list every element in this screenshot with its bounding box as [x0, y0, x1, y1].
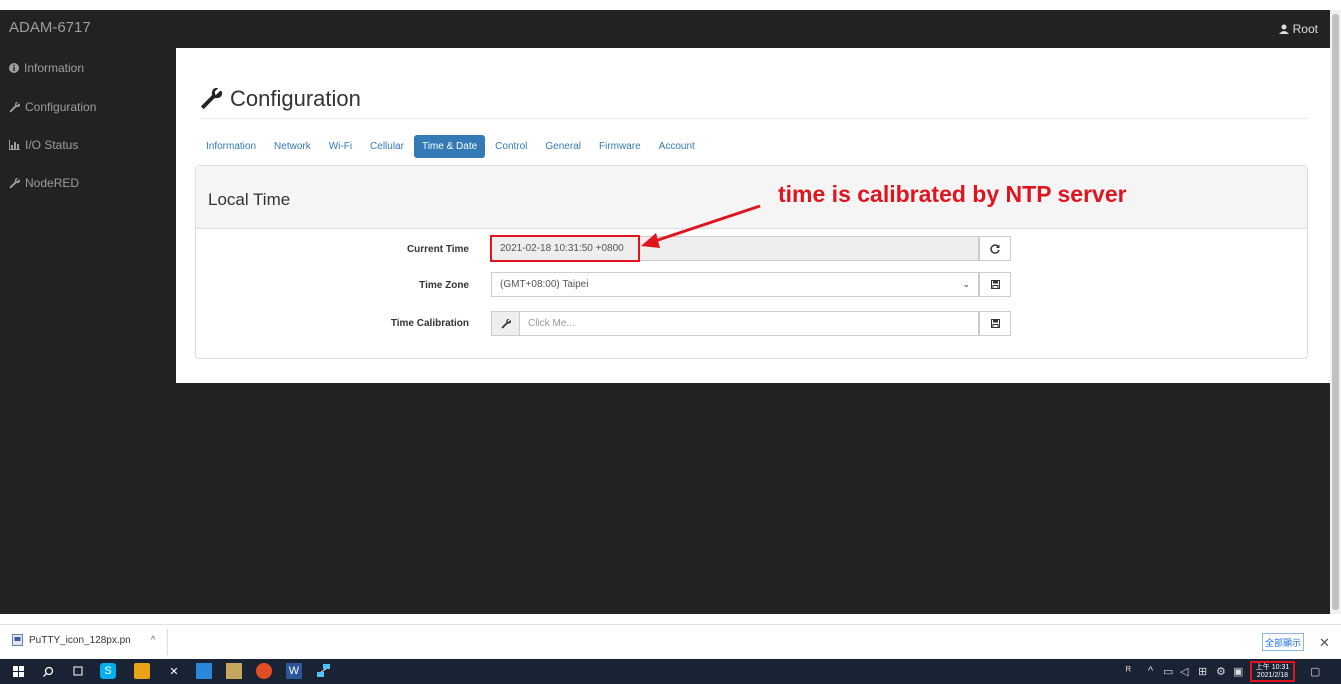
local-time-panel: Local Time Current Time 2021-02-18 10:31…: [195, 165, 1308, 359]
ime-icon[interactable]: ▣: [1233, 665, 1243, 678]
tab-wifi[interactable]: Wi-Fi: [321, 135, 360, 158]
time-zone-select[interactable]: (GMT+08:00) Taipei ⌄: [491, 272, 979, 297]
wrench-icon: [9, 101, 20, 113]
save-timezone-button[interactable]: [979, 272, 1011, 297]
user-name: Root: [1292, 22, 1318, 36]
scroll-thumb[interactable]: [1332, 14, 1339, 610]
sidebar-item-label: I/O Status: [25, 138, 79, 152]
chrome-icon[interactable]: [256, 663, 272, 679]
clock-time: 上午 10:31: [1255, 664, 1290, 671]
windows-start-icon[interactable]: [10, 663, 26, 679]
top-navbar: ADAM-6717 Root: [0, 10, 1330, 48]
notification-icon[interactable]: ▢: [1310, 665, 1320, 678]
sidebar-item-label: NodeRED: [25, 176, 80, 190]
tab-general[interactable]: General: [537, 135, 589, 158]
snipping-tool-icon[interactable]: ✕: [166, 663, 182, 679]
background-fill: [176, 383, 1330, 614]
annotation-text: time is calibrated by NTP server: [778, 181, 1127, 207]
tab-information[interactable]: Information: [198, 135, 264, 158]
main-content: Configuration Information Network Wi-Fi …: [176, 48, 1330, 383]
sidebar-item-label: Information: [24, 61, 85, 75]
panel-title: Local Time: [208, 190, 291, 209]
page-title-text: Configuration: [230, 86, 361, 111]
user-icon: [1278, 24, 1289, 34]
close-icon[interactable]: ✕: [1319, 635, 1330, 651]
time-zone-label: Time Zone: [419, 280, 469, 291]
network-icon[interactable]: ▭: [1163, 665, 1173, 678]
refresh-icon: [990, 243, 1000, 254]
skype-icon[interactable]: S: [100, 663, 116, 679]
download-filename: PuTTY_icon_128px.pn: [29, 634, 131, 646]
save-calibration-button[interactable]: [979, 311, 1011, 336]
chevron-up-icon[interactable]: ^: [1148, 665, 1153, 677]
sidebar-item-label: Configuration: [25, 100, 97, 114]
wrench-icon: [500, 318, 511, 329]
divider: [167, 629, 168, 655]
divider: [200, 118, 1308, 119]
file-icon: [12, 634, 23, 646]
tab-network[interactable]: Network: [266, 135, 319, 158]
search-icon[interactable]: [40, 663, 56, 679]
annotation-highlight-box: [490, 235, 640, 262]
panel-header: Local Time: [196, 166, 1307, 229]
bar-chart-icon: [9, 140, 20, 150]
save-icon: [990, 319, 1000, 328]
task-view-icon[interactable]: [70, 663, 86, 679]
tab-account[interactable]: Account: [651, 135, 703, 158]
refresh-time-button[interactable]: [979, 236, 1011, 261]
tab-time-date[interactable]: Time & Date: [413, 135, 486, 158]
sidebar-item-information[interactable]: Information: [0, 48, 176, 88]
sidebar-item-configuration[interactable]: Configuration: [0, 88, 176, 126]
wrench-icon: [9, 177, 20, 189]
brand-title[interactable]: ADAM-6717: [9, 19, 91, 36]
chevron-up-icon[interactable]: ^: [151, 635, 156, 646]
input-method-icon[interactable]: ⊞: [1198, 665, 1207, 678]
user-menu[interactable]: Root: [1278, 22, 1318, 36]
scrollbar[interactable]: [1330, 10, 1341, 614]
time-zone-value: (GMT+08:00) Taipei: [500, 279, 589, 290]
file-explorer-icon[interactable]: [196, 663, 212, 679]
show-all-button[interactable]: 全部顯示: [1262, 633, 1304, 651]
settings-icon[interactable]: ⚙: [1216, 665, 1226, 678]
time-calibration-field[interactable]: Click Me...: [491, 311, 979, 336]
word-icon[interactable]: W: [286, 663, 302, 679]
time-calibration-placeholder: Click Me...: [528, 318, 575, 329]
people-icon[interactable]: ᴿ: [1126, 665, 1131, 677]
time-calibration-label: Time Calibration: [390, 318, 469, 329]
app-icon[interactable]: [134, 663, 150, 679]
sidebar-item-io-status[interactable]: I/O Status: [0, 126, 176, 164]
app-icon[interactable]: [226, 663, 242, 679]
calibration-addon: [492, 312, 520, 335]
clock[interactable]: 上午 10:31 2021/2/18: [1250, 661, 1295, 682]
sidebar-item-nodered[interactable]: NodeRED: [0, 164, 176, 202]
page-title: Configuration: [200, 86, 361, 112]
tab-firmware[interactable]: Firmware: [591, 135, 649, 158]
info-circle-icon: [9, 63, 19, 73]
chevron-down-icon: ⌄: [962, 279, 970, 289]
wrench-icon: [200, 88, 222, 110]
tab-cellular[interactable]: Cellular: [362, 135, 412, 158]
tab-control[interactable]: Control: [487, 135, 535, 158]
taskbar: S ✕ W ᴿ ^ ▭ ◁ ⊞ ⚙ ▣ 上午 10:31 2021/2/18 ▢: [0, 659, 1341, 684]
current-time-label: Current Time: [406, 244, 469, 255]
volume-icon[interactable]: ◁: [1180, 665, 1188, 678]
tab-bar: Information Network Wi-Fi Cellular Time …: [198, 135, 705, 158]
clock-date: 2021/2/18: [1256, 672, 1289, 679]
sidebar: Information Configuration I/O Status Nod…: [0, 48, 176, 614]
download-item[interactable]: PuTTY_icon_128px.pn ^: [12, 634, 155, 646]
save-icon: [990, 280, 1000, 289]
network-app-icon[interactable]: [316, 663, 332, 679]
download-bar: PuTTY_icon_128px.pn ^ 全部顯示 ✕: [0, 624, 1341, 659]
